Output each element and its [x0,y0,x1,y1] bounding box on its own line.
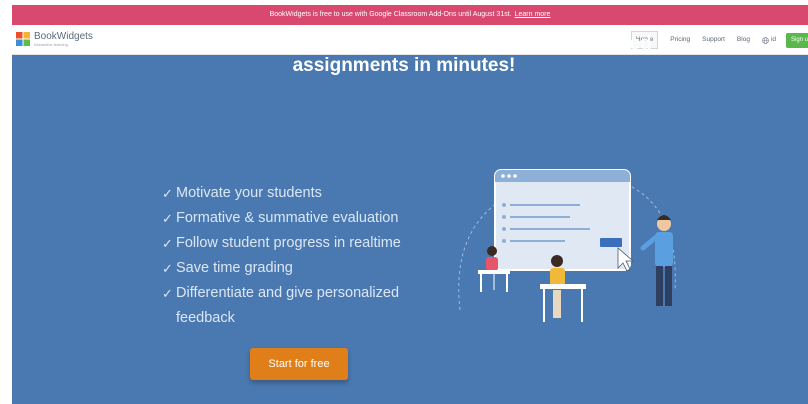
check-icon: ✓ [162,186,173,201]
announcement-text: BookWidgets is free to use with Google C… [269,11,512,18]
benefit-text: Motivate your students [176,185,322,201]
benefit-item: ✓ Differentiate and give personalized fee… [162,281,452,331]
benefit-item: ✓ Motivate your students [162,181,452,206]
benefit-text: Follow student progress in realtime [176,235,401,251]
announcement-bar: BookWidgets is free to use with Google C… [12,5,808,25]
benefit-item: ✓ Save time grading [162,256,452,281]
benefit-text: Differentiate and give personalized feed… [176,285,400,326]
page: BookWidgets is free to use with Google C… [0,0,808,404]
hero-headline: Create your own interactive exercises an… [0,33,808,77]
check-icon: ✓ [162,261,173,276]
start-for-free-button[interactable]: Start for free [250,348,348,380]
benefit-text: Save time grading [176,260,293,276]
check-icon: ✓ [162,236,173,251]
headline-line-1: Create your own interactive exercises an… [156,33,652,54]
headline-line-2: assignments in minutes! [292,55,516,76]
check-icon: ✓ [162,286,173,301]
benefits-list: ✓ Motivate your students ✓ Formative & sum… [162,181,452,331]
benefit-item: ✓ Follow student progress in realtime [162,231,452,256]
check-icon: ✓ [162,211,173,226]
learn-more-link[interactable]: Learn more [515,11,551,18]
classroom-illustration [458,169,676,322]
benefit-text: Formative & summative evaluation [176,210,399,226]
benefit-item: ✓ Formative & summative evaluation [162,206,452,231]
